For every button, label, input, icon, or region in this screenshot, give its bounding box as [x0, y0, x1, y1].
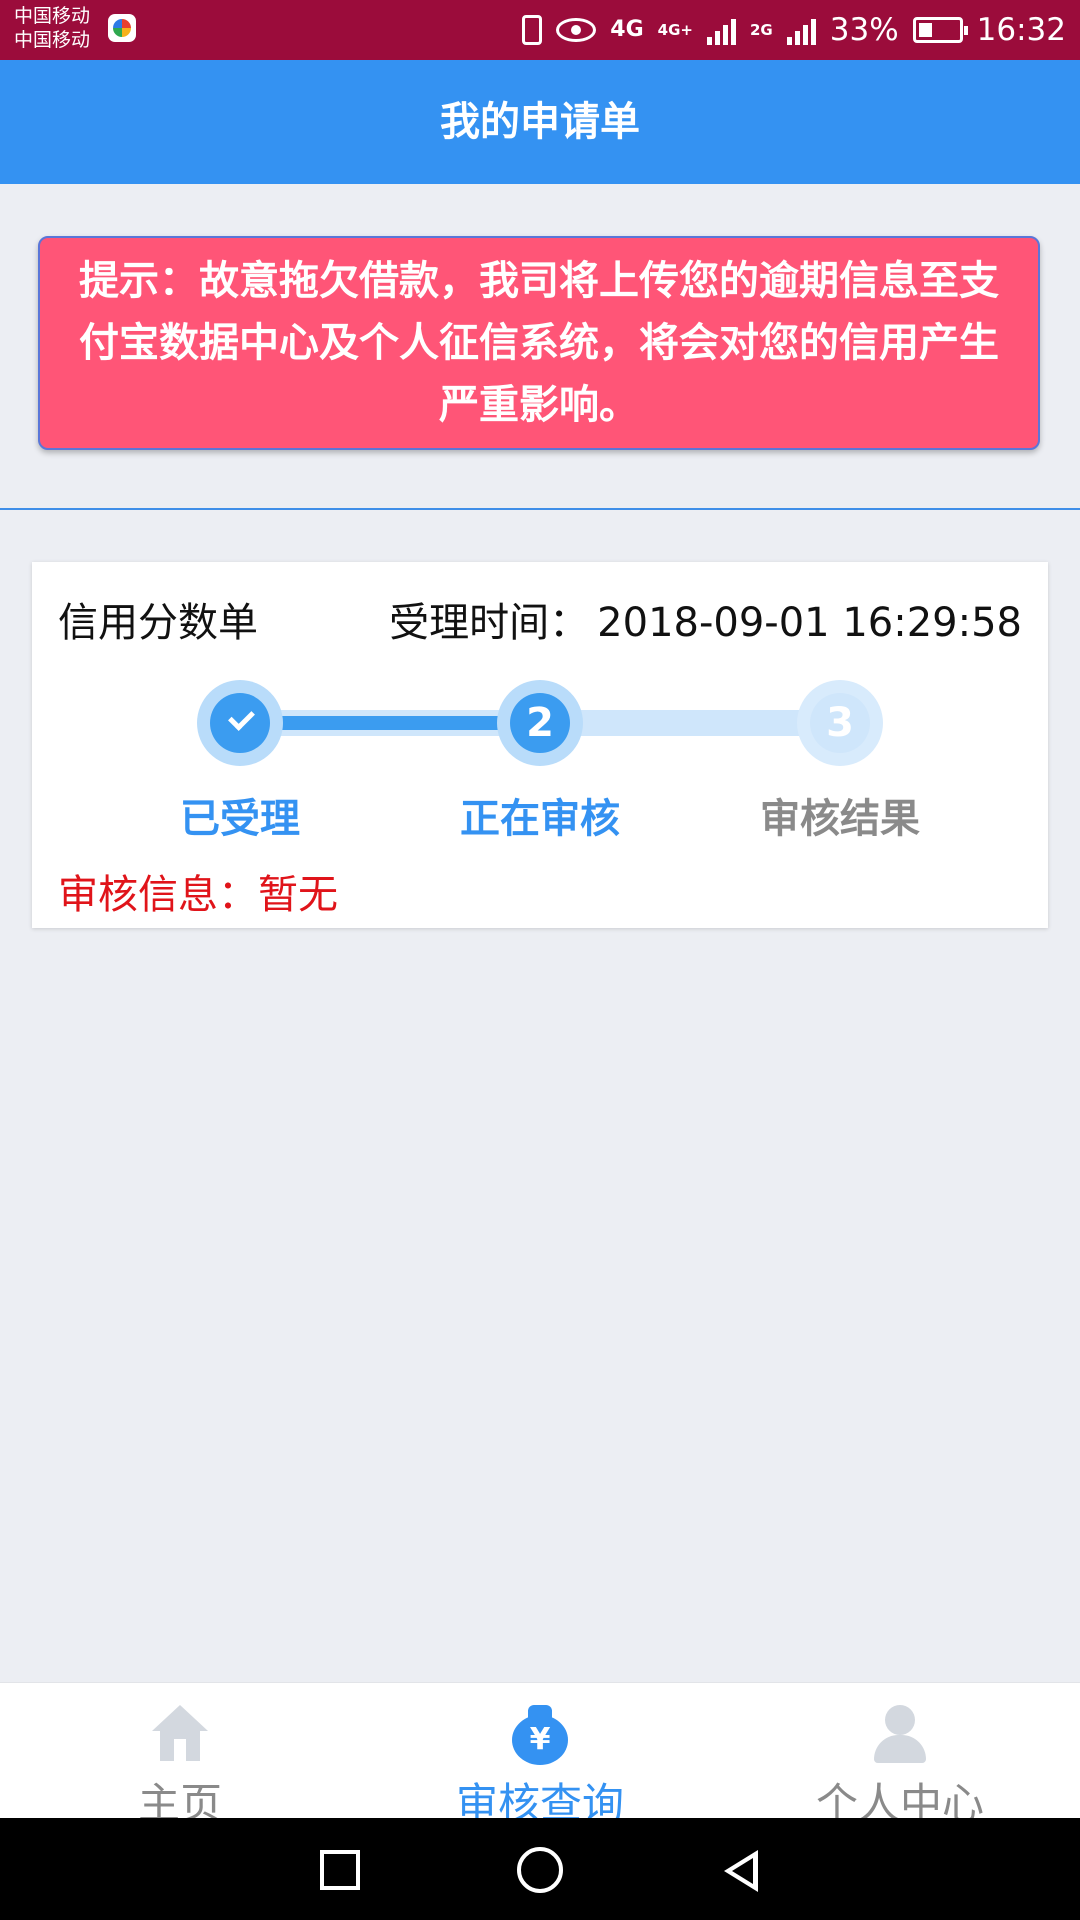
- progress-fill: [240, 716, 540, 730]
- step-2-number: 2: [510, 693, 570, 753]
- overdue-warning-banner: 提示：故意拖欠借款，我司将上传您的逾期信息至支付宝数据中心及个人征信系统，将会对…: [38, 236, 1040, 450]
- bottom-nav: 主页 ¥ 审核查询 个人中心: [0, 1682, 1080, 1819]
- carrier-names: 中国移动 中国移动: [14, 4, 90, 52]
- accept-time-label: 受理时间：: [389, 600, 590, 646]
- application-title: 信用分数单: [58, 600, 258, 646]
- accept-time-value: 2018-09-01 16:29:58: [597, 600, 1022, 646]
- step-3-number: 3: [810, 693, 870, 753]
- nav-label-audit-query: 审核查询: [455, 1779, 624, 1819]
- battery-percent: 33%: [829, 12, 899, 48]
- back-icon[interactable]: [716, 1848, 760, 1892]
- carrier-1: 中国移动: [14, 5, 91, 27]
- step-1-label: 已受理: [180, 796, 300, 842]
- nav-item-profile[interactable]: 个人中心: [720, 1683, 1080, 1819]
- network-type-2: 2G: [750, 20, 773, 39]
- signal-strength-2-icon: [786, 15, 816, 45]
- page-header: 我的申请单: [0, 60, 1080, 184]
- nav-label-profile: 个人中心: [815, 1779, 984, 1819]
- network-type-1: 4G: [610, 17, 644, 42]
- nav-label-home: 主页: [137, 1779, 222, 1819]
- nav-item-home[interactable]: 主页: [0, 1683, 360, 1819]
- clock: 16:32: [976, 12, 1066, 48]
- page-title: 我的申请单: [440, 99, 640, 145]
- nav-item-audit-query[interactable]: ¥ 审核查询: [360, 1683, 720, 1819]
- user-icon: [870, 1705, 930, 1765]
- money-bag-icon: ¥: [510, 1705, 570, 1765]
- status-bar: 中国移动 中国移动 4G 4G+ 2G 33% 16:32: [0, 0, 1080, 60]
- warning-text: 提示：故意拖欠借款，我司将上传您的逾期信息至支付宝数据中心及个人征信系统，将会对…: [79, 258, 999, 428]
- app-notification-icon: [108, 14, 136, 42]
- audit-info: 审核信息：暂无: [58, 872, 338, 918]
- signal-strength-1-icon: [707, 15, 736, 45]
- eye-comfort-icon: [556, 18, 597, 42]
- step-3-label: 审核结果: [760, 796, 920, 842]
- step-2-label: 正在审核: [460, 796, 620, 842]
- application-card[interactable]: 信用分数单 受理时间： 2018-09-01 16:29:58 已受理 2 正在审…: [32, 562, 1048, 928]
- home-icon: [150, 1705, 210, 1765]
- battery-level: [918, 23, 932, 37]
- divider: [0, 508, 1080, 510]
- network-type-1b: 4G+: [657, 20, 693, 39]
- system-nav-bar: [0, 1818, 1080, 1920]
- recent-apps-icon[interactable]: [320, 1850, 360, 1890]
- carrier-2: 中国移动: [14, 29, 91, 51]
- vibrate-icon: [522, 15, 543, 45]
- accept-time: 受理时间： 2018-09-01 16:29:58: [389, 590, 1022, 648]
- battery-icon: [912, 17, 968, 43]
- home-button-icon[interactable]: [517, 1847, 563, 1893]
- step-1-check-icon: [210, 693, 270, 753]
